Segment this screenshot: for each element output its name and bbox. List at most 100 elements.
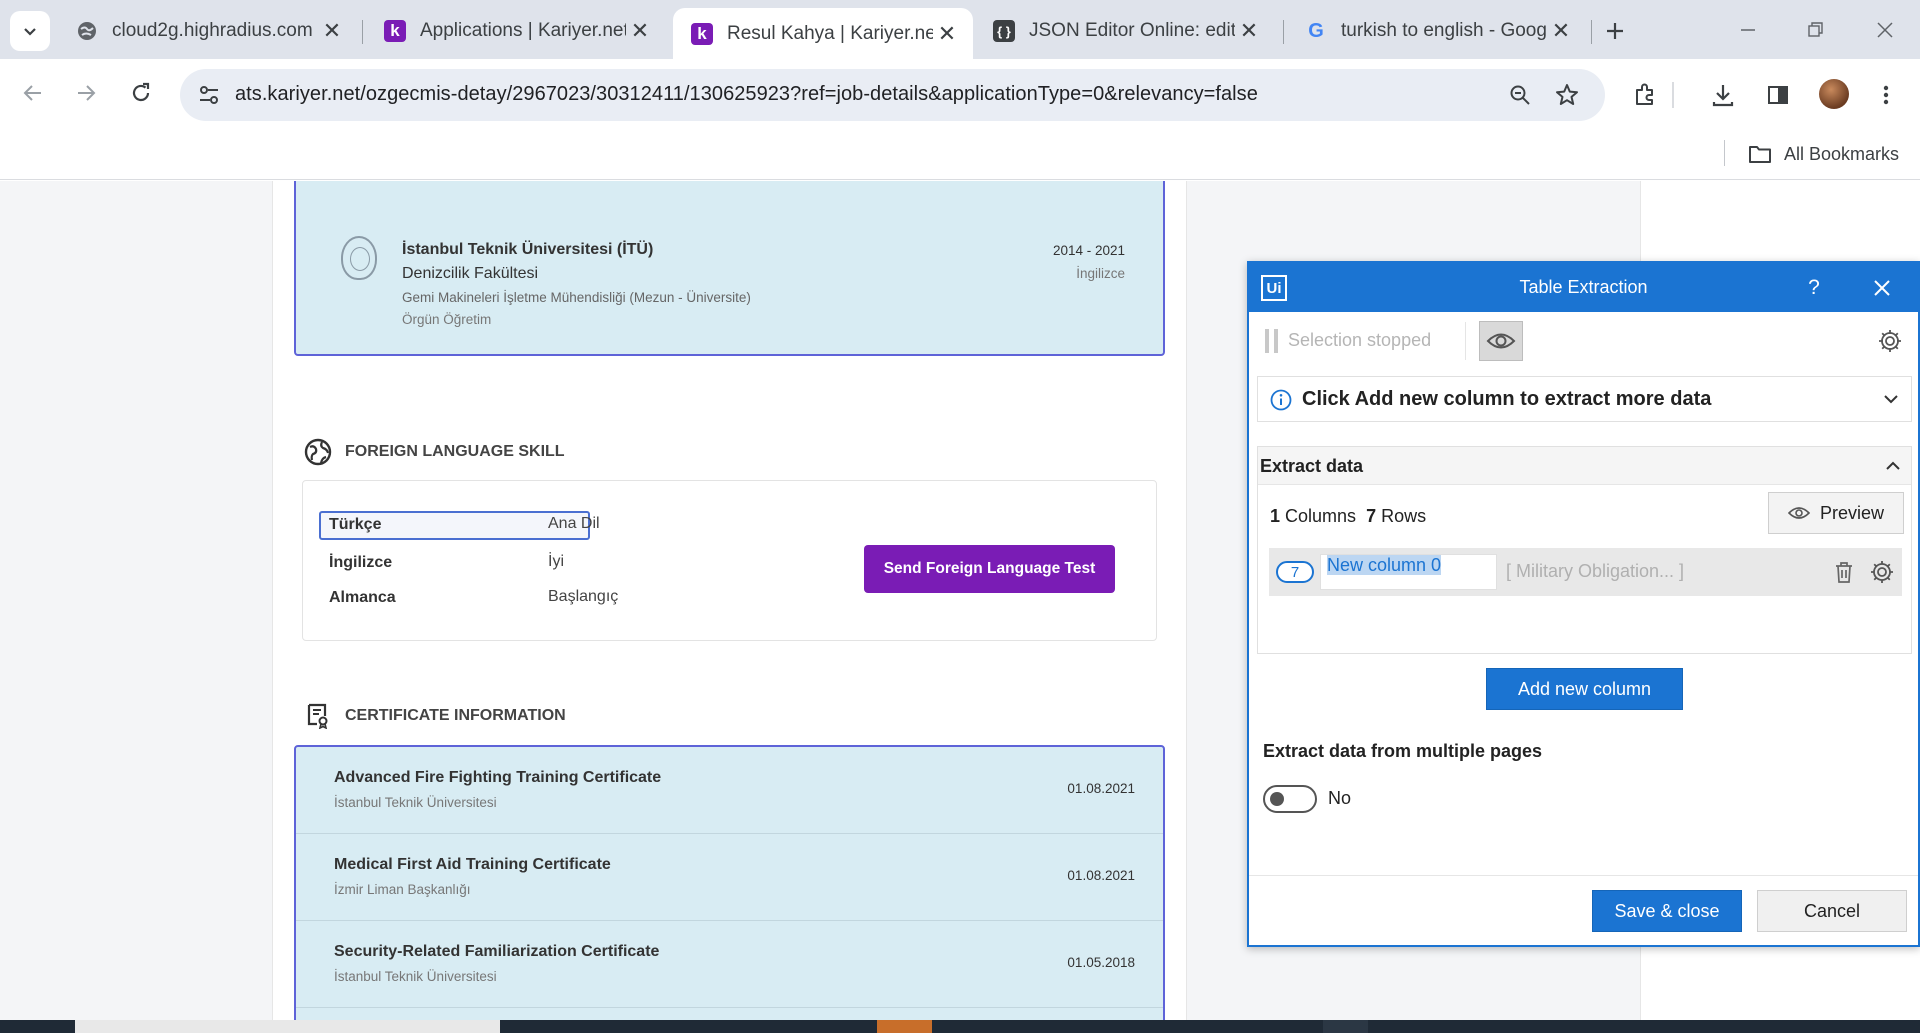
education-language: İngilizce — [1076, 266, 1125, 281]
chevron-down-icon[interactable] — [1881, 389, 1901, 409]
rows-count: 7 — [1366, 506, 1377, 526]
more-menu-icon[interactable] — [1870, 79, 1902, 111]
tab-separator — [1283, 20, 1284, 44]
info-message: Click Add new column to extract more dat… — [1302, 388, 1712, 410]
save-and-close-button[interactable]: Save & close — [1592, 890, 1742, 932]
column-count-badge: 7 — [1276, 561, 1314, 583]
trash-icon[interactable] — [1831, 559, 1857, 585]
tab-separator — [1591, 20, 1592, 44]
tab-google-translate[interactable]: G turkish to english - Goog ✕ — [1287, 8, 1587, 54]
back-button[interactable] — [15, 75, 51, 111]
settings-gear-icon[interactable] — [1877, 328, 1903, 354]
all-bookmarks-button[interactable]: All Bookmarks — [1748, 140, 1899, 168]
send-foreign-language-test-button[interactable]: Send Foreign Language Test — [864, 545, 1115, 593]
browser-toolbar: ats.kariyer.net/ozgecmis-detay/2967023/3… — [0, 59, 1920, 130]
close-window-button[interactable] — [1865, 10, 1905, 50]
downloads-icon[interactable] — [1707, 79, 1739, 111]
info-icon — [1270, 389, 1292, 411]
arrow-left-icon — [23, 85, 41, 101]
tab-cloud2g[interactable]: cloud2g.highradius.com ✕ — [58, 8, 358, 54]
column-settings-icon[interactable] — [1869, 559, 1895, 585]
tab-separator — [362, 20, 363, 44]
selection-toolbar: Selection stopped — [1249, 312, 1918, 368]
columns-label: Columns — [1285, 506, 1357, 526]
certificate-icon — [303, 701, 333, 731]
address-bar[interactable]: ats.kariyer.net/ozgecmis-detay/2967023/3… — [180, 69, 1605, 121]
chevron-down-icon — [24, 28, 36, 36]
department-name: Gemi Makineleri İşletme Mühendisliği (Me… — [402, 290, 751, 305]
foreign-language-heading: FOREIGN LANGUAGE SKILL — [303, 437, 565, 467]
bookmark-star-icon[interactable] — [1553, 81, 1581, 109]
selection-status: Selection stopped — [1288, 330, 1432, 350]
table-extraction-dialog: Ui Table Extraction ? Selection stopped … — [1247, 261, 1920, 947]
taskbar-app[interactable] — [1323, 1020, 1368, 1033]
taskbar-search[interactable] — [75, 1020, 500, 1033]
section-title: FOREIGN LANGUAGE SKILL — [345, 443, 565, 460]
tab-search-button[interactable] — [10, 11, 50, 51]
tab-resul-kahya[interactable]: k Resul Kahya | Kariyer.net ✕ — [673, 8, 973, 59]
extract-data-header[interactable]: Extract data — [1258, 447, 1911, 485]
new-tab-button[interactable] — [1599, 15, 1631, 47]
certificate-heading: CERTIFICATE INFORMATION — [303, 701, 566, 731]
close-icon — [1874, 280, 1890, 296]
language-list: Türkçe Ana Dil İngilizce İyi Almanca Baş… — [302, 480, 1157, 641]
dialog-title-bar: Ui Table Extraction ? — [1249, 263, 1918, 312]
taskbar-app[interactable] — [877, 1020, 932, 1033]
zoom-icon[interactable] — [1506, 81, 1534, 109]
restore-button[interactable] — [1796, 10, 1836, 50]
close-tab-icon[interactable]: ✕ — [933, 20, 961, 48]
language-row: Almanca Başlangıç — [319, 584, 919, 614]
help-icon[interactable]: ? — [1799, 273, 1829, 303]
highlight-toggle-button[interactable] — [1479, 321, 1523, 361]
section-title: CERTIFICATE INFORMATION — [345, 707, 566, 724]
language-level: İyi — [548, 553, 564, 570]
language-row: Türkçe Ana Dil — [319, 511, 919, 541]
globe-icon — [76, 20, 98, 42]
column-row-counts: 1 Columns 7 Rows — [1270, 506, 1426, 527]
certificate-issuer: İstanbul Teknik Üniversitesi — [334, 795, 497, 810]
add-new-column-button[interactable]: Add new column — [1486, 668, 1683, 710]
minimize-button[interactable] — [1728, 10, 1768, 50]
preview-label: Preview — [1819, 502, 1885, 523]
bookmarks-separator — [1724, 140, 1725, 166]
preview-button[interactable]: Preview — [1768, 492, 1904, 534]
education-type: Örgün Öğretim — [402, 312, 492, 327]
certificate-date: 01.05.2018 — [1067, 955, 1135, 970]
column-name-input[interactable]: New column 0 — [1320, 554, 1497, 590]
certificate-item: Security-Related Familiarization Certifi… — [296, 921, 1163, 1008]
multiple-pages-toggle[interactable] — [1263, 785, 1317, 813]
chevron-up-icon[interactable] — [1883, 456, 1903, 476]
pause-icon[interactable] — [1265, 329, 1278, 353]
education-card: İstanbul Teknik Üniversitesi (İTÜ) Deniz… — [294, 181, 1165, 356]
cancel-button[interactable]: Cancel — [1757, 890, 1907, 932]
column-sample-value: [ Military Obligation... ] — [1506, 561, 1685, 581]
multiple-pages-value: No — [1328, 788, 1352, 808]
certificate-name: Medical First Aid Training Certificate — [334, 856, 611, 873]
forward-button[interactable] — [68, 75, 104, 111]
resume-column: İstanbul Teknik Üniversitesi (İTÜ) Deniz… — [272, 181, 1187, 1020]
language-row: İngilizce İyi — [319, 549, 919, 579]
tab-json-editor[interactable]: { } JSON Editor Online: edit ✕ — [975, 8, 1275, 54]
info-banner[interactable]: Click Add new column to extract more dat… — [1257, 376, 1912, 422]
minimize-icon — [1741, 29, 1755, 31]
certificate-item: Advanced Fire Fighting Training Certific… — [296, 747, 1163, 834]
multiple-pages-label: Extract data from multiple pages — [1263, 741, 1543, 761]
close-dialog-button[interactable] — [1867, 273, 1897, 303]
extensions-icon[interactable] — [1629, 79, 1661, 111]
side-panel-icon[interactable] — [1762, 79, 1794, 111]
close-tab-icon[interactable]: ✕ — [1235, 17, 1263, 45]
close-tab-icon[interactable]: ✕ — [626, 17, 654, 45]
close-icon — [1877, 22, 1893, 38]
certificate-item: Medical First Aid Training Certificate İ… — [296, 834, 1163, 921]
site-settings-icon[interactable] — [196, 82, 222, 108]
profile-avatar[interactable] — [1819, 79, 1849, 109]
url-text[interactable]: ats.kariyer.net/ozgecmis-detay/2967023/3… — [235, 83, 1258, 106]
close-tab-icon[interactable]: ✕ — [1547, 17, 1575, 45]
reload-button[interactable] — [123, 75, 159, 111]
kariyer-favicon-icon: k — [384, 20, 406, 42]
language-name: İngilizce — [329, 554, 393, 571]
tab-applications-kariyer[interactable]: k Applications | Kariyer.net ✕ — [366, 8, 666, 54]
folder-icon — [1749, 146, 1771, 163]
close-tab-icon[interactable]: ✕ — [318, 17, 346, 45]
rows-label: Rows — [1381, 506, 1427, 526]
